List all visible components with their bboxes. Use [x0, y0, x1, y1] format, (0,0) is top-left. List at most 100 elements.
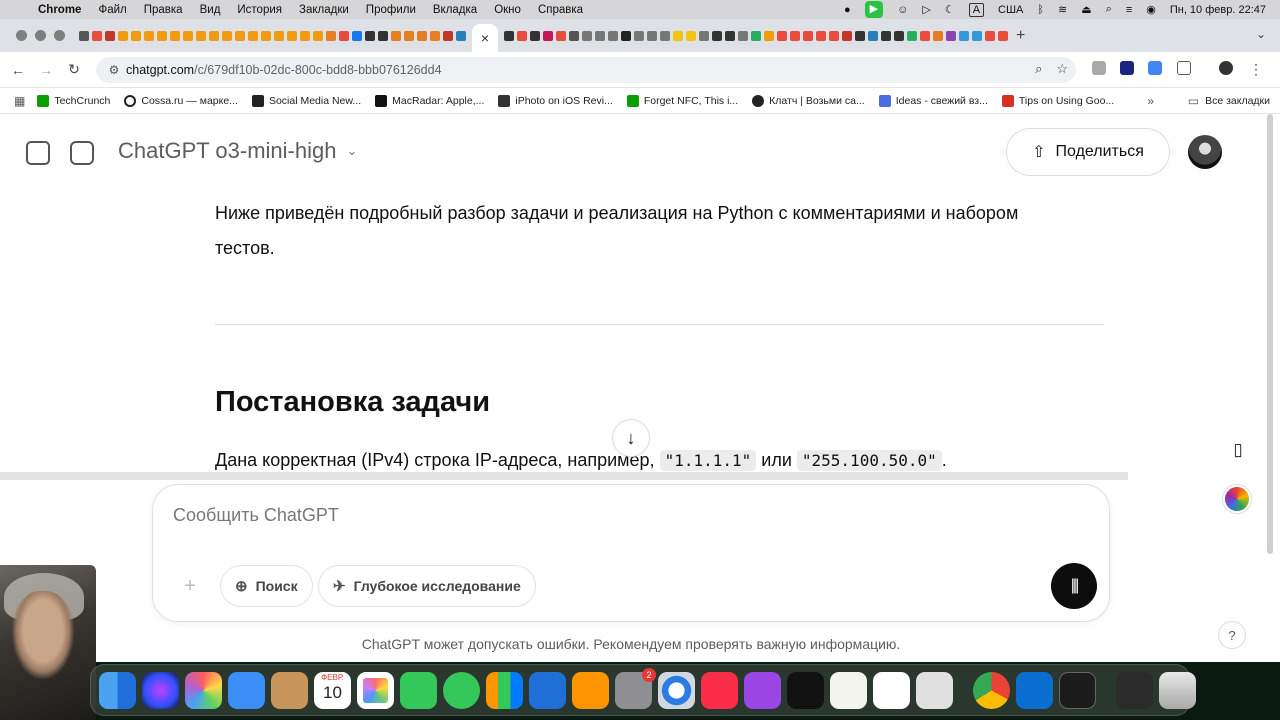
- chrome-icon[interactable]: [973, 671, 1010, 709]
- terminal-icon[interactable]: [1059, 671, 1096, 709]
- tab-favicon[interactable]: [300, 30, 310, 41]
- extension-palette-icon[interactable]: [1223, 485, 1251, 513]
- new-chat-icon[interactable]: [70, 141, 94, 165]
- tab-favicon[interactable]: [790, 30, 800, 41]
- tab-favicon[interactable]: [803, 30, 813, 41]
- bookmark-item[interactable]: Cossa.ru — марке...: [124, 94, 238, 107]
- wifi-icon[interactable]: ≋: [1058, 3, 1067, 16]
- tab-favicon[interactable]: [118, 30, 128, 41]
- close-window-button[interactable]: [16, 30, 27, 41]
- tab-favicon[interactable]: [764, 30, 774, 41]
- tab-favicon[interactable]: [985, 30, 995, 41]
- menu-app-name[interactable]: Chrome: [38, 4, 81, 16]
- eject-icon[interactable]: ⏏: [1081, 3, 1091, 16]
- tab-favicon[interactable]: [686, 30, 696, 41]
- bookmark-item[interactable]: MacRadar: Apple,...: [375, 94, 484, 107]
- deep-research-button[interactable]: ✈ Глубокое исследование: [318, 565, 536, 607]
- browser-menu-icon[interactable]: ⋮: [1242, 61, 1270, 78]
- extension-icon[interactable]: [1120, 61, 1134, 75]
- tab-favicon[interactable]: [868, 30, 878, 41]
- menu-profiles[interactable]: Профили: [366, 4, 416, 16]
- apps-grid-icon[interactable]: ▦: [14, 94, 25, 108]
- address-bar[interactable]: ⚙ chatgpt.com/c/679df10b-02dc-800c-bdd8-…: [96, 57, 1076, 83]
- voice-mode-button[interactable]: |||: [1051, 563, 1097, 609]
- tab-favicon[interactable]: [959, 30, 969, 41]
- profile-icon[interactable]: [1219, 61, 1233, 75]
- book-icon[interactable]: ▯: [1224, 436, 1252, 464]
- mail-icon[interactable]: [228, 671, 265, 709]
- active-tab[interactable]: ×: [472, 23, 498, 52]
- minimize-window-button[interactable]: [35, 30, 46, 41]
- close-tab-icon[interactable]: ×: [481, 30, 489, 46]
- user-icon[interactable]: ☺: [897, 4, 908, 16]
- play-icon[interactable]: ▷: [922, 3, 930, 16]
- model-selector[interactable]: ChatGPT o3-mini-high ⌄: [118, 138, 357, 164]
- tab-favicon[interactable]: [261, 30, 271, 41]
- freeform-icon[interactable]: [873, 671, 910, 709]
- tab-favicon[interactable]: [842, 30, 852, 41]
- tab-favicon[interactable]: [647, 30, 657, 41]
- tab-favicon[interactable]: [417, 30, 427, 41]
- tab-favicon[interactable]: [144, 30, 154, 41]
- tab-favicon[interactable]: [569, 30, 579, 41]
- tab-favicon[interactable]: [92, 30, 102, 41]
- window-preview-icon[interactable]: [1116, 671, 1153, 709]
- messages-icon[interactable]: [443, 671, 480, 709]
- tab-favicon[interactable]: [339, 30, 349, 41]
- tab-favicon[interactable]: [881, 30, 891, 41]
- menu-file[interactable]: Файл: [98, 4, 126, 16]
- tab-favicon[interactable]: [608, 30, 618, 41]
- tab-favicon[interactable]: [287, 30, 297, 41]
- tab-favicon[interactable]: [517, 30, 527, 41]
- tab-favicon[interactable]: [456, 30, 466, 41]
- control-center-icon[interactable]: ≡: [1126, 4, 1132, 16]
- tab-favicon[interactable]: [378, 30, 388, 41]
- tab-favicon[interactable]: [998, 30, 1008, 41]
- bookmark-item[interactable]: Social Media New...: [251, 94, 361, 107]
- tab-favicon[interactable]: [170, 30, 180, 41]
- iphone-mirroring-icon[interactable]: [916, 671, 953, 709]
- tab-favicon[interactable]: [543, 30, 553, 41]
- record-icon[interactable]: ●: [844, 4, 851, 16]
- tab-favicon[interactable]: [530, 30, 540, 41]
- spotlight-icon[interactable]: ⌕: [1106, 3, 1112, 16]
- tab-favicon[interactable]: [751, 30, 761, 41]
- menu-history[interactable]: История: [237, 4, 282, 16]
- sidebar-toggle-icon[interactable]: [26, 141, 50, 165]
- attach-plus-button[interactable]: +: [173, 569, 207, 603]
- tab-favicon[interactable]: [907, 30, 917, 41]
- new-tab-button[interactable]: +: [1016, 27, 1025, 45]
- site-info-icon[interactable]: ⚙: [102, 63, 126, 77]
- keynote-icon[interactable]: [529, 671, 566, 709]
- tab-favicon[interactable]: [816, 30, 826, 41]
- tab-favicon[interactable]: [920, 30, 930, 41]
- apple-menu-icon[interactable]: [14, 3, 28, 17]
- tab-favicon[interactable]: [933, 30, 943, 41]
- vscode-icon[interactable]: [1016, 671, 1053, 709]
- bookmark-item[interactable]: Forget NFC, This i...: [626, 94, 738, 107]
- tab-favicon[interactable]: [248, 30, 258, 41]
- system-settings-icon[interactable]: 2: [615, 667, 656, 709]
- tab-favicon[interactable]: [595, 30, 605, 41]
- tab-favicon[interactable]: [443, 30, 453, 41]
- share-button[interactable]: ⇧ Поделиться: [1006, 128, 1170, 176]
- tab-favicon[interactable]: [673, 30, 683, 41]
- tab-favicon[interactable]: [894, 30, 904, 41]
- horizontal-scrollbar[interactable]: [0, 472, 1128, 480]
- menu-window[interactable]: Окно: [494, 4, 521, 16]
- tab-favicon[interactable]: [621, 30, 631, 41]
- tab-favicon[interactable]: [274, 30, 284, 41]
- siri-icon[interactable]: [142, 671, 179, 709]
- contacts-icon[interactable]: [271, 671, 308, 709]
- tab-favicon[interactable]: [712, 30, 722, 41]
- bookmark-item[interactable]: Клатч | Возьми са...: [752, 94, 865, 107]
- tab-favicon[interactable]: [972, 30, 982, 41]
- menu-view[interactable]: Вид: [200, 4, 221, 16]
- music-icon[interactable]: [701, 671, 738, 709]
- message-input[interactable]: Сообщить ChatGPT: [173, 505, 339, 526]
- numbers-icon[interactable]: [486, 671, 523, 709]
- menu-tab[interactable]: Вкладка: [433, 4, 477, 16]
- forward-button[interactable]: →: [32, 62, 60, 78]
- facetime-camera-icon[interactable]: ▶: [864, 1, 884, 18]
- input-source-icon[interactable]: A: [968, 2, 985, 17]
